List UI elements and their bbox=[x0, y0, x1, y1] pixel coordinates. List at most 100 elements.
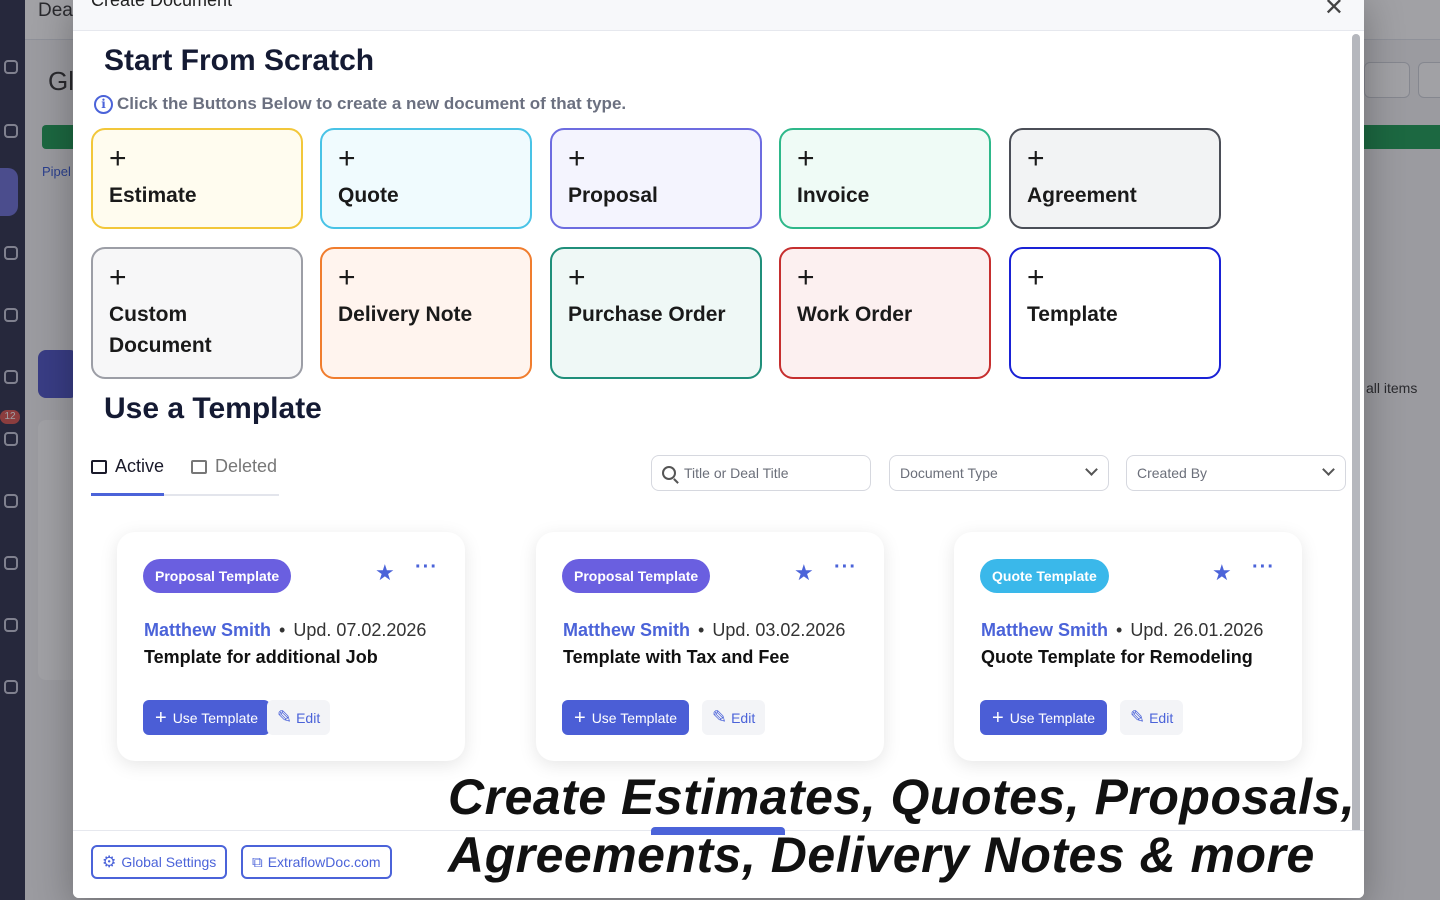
tile-label: Purchase Order bbox=[568, 303, 726, 326]
template-type-badge: Quote Template bbox=[980, 559, 1109, 593]
global-settings-label: Global Settings bbox=[121, 854, 217, 870]
plus-icon: + bbox=[797, 261, 815, 294]
separator-dot: • bbox=[698, 620, 705, 640]
edit-label: Edit bbox=[1149, 709, 1174, 726]
pencil-icon: ✎ bbox=[712, 707, 728, 727]
use-template-button[interactable]: + Use Template bbox=[562, 700, 690, 735]
template-type-badge: Proposal Template bbox=[562, 559, 711, 593]
template-author[interactable]: Matthew Smith bbox=[563, 620, 690, 640]
new-work-order-button[interactable]: + Work Order bbox=[779, 247, 991, 379]
new-proposal-button[interactable]: + Proposal bbox=[550, 128, 762, 229]
scratch-hint-text: Click the Buttons Below to create a new … bbox=[117, 94, 627, 113]
separator-dot: • bbox=[1116, 620, 1123, 640]
plus-icon: + bbox=[1027, 261, 1045, 294]
modal-scrollbar[interactable] bbox=[1352, 34, 1360, 834]
extraflowdoc-link-button[interactable]: ⧉ ExtraflowDoc.com bbox=[241, 845, 392, 879]
modal-header: Create Document ✕ bbox=[73, 0, 1364, 31]
use-template-button[interactable]: + Use Template bbox=[143, 700, 271, 735]
more-options-icon[interactable]: ··· bbox=[1252, 556, 1275, 579]
global-settings-button[interactable]: ⚙ Global Settings bbox=[91, 845, 228, 879]
tile-label: Agreement bbox=[1027, 184, 1137, 207]
plus-icon: + bbox=[574, 706, 586, 729]
new-invoice-button[interactable]: + Invoice bbox=[779, 128, 991, 229]
template-meta: Matthew Smith • Upd. 07.02.2026 bbox=[144, 620, 426, 641]
created-by-select[interactable]: Created By bbox=[1126, 455, 1346, 491]
template-type-badge: Proposal Template bbox=[143, 559, 292, 593]
tile-label: Delivery Note bbox=[338, 303, 473, 326]
tile-label: Proposal bbox=[568, 184, 658, 207]
edit-label: Edit bbox=[731, 709, 756, 726]
new-delivery-note-button[interactable]: + Delivery Note bbox=[320, 247, 532, 379]
tab-label: Active bbox=[114, 456, 164, 476]
document-type-select[interactable]: Document Type bbox=[889, 455, 1109, 491]
template-tabs: Active Deleted bbox=[91, 456, 279, 496]
new-quote-button[interactable]: + Quote bbox=[320, 128, 532, 229]
template-card: Proposal Template ★ ··· Matthew Smith • Up… bbox=[536, 532, 884, 761]
start-from-scratch-heading: Start From Scratch bbox=[104, 44, 375, 77]
template-author[interactable]: Matthew Smith bbox=[144, 620, 271, 640]
site-link-label: ExtraflowDoc.com bbox=[267, 854, 381, 870]
use-a-template-heading: Use a Template bbox=[104, 392, 322, 425]
plus-icon: + bbox=[568, 261, 586, 294]
create-document-modal: Create Document ✕ Start From Scratch i C… bbox=[73, 0, 1364, 898]
edit-template-button[interactable]: ✎ Edit bbox=[267, 700, 331, 735]
document-type-label: Document Type bbox=[900, 465, 998, 481]
search-placeholder: Title or Deal Title bbox=[684, 465, 789, 481]
search-input[interactable]: Title or Deal Title bbox=[651, 455, 871, 491]
plus-icon: + bbox=[992, 706, 1004, 729]
plus-icon: + bbox=[338, 261, 356, 294]
promo-line-1: Create Estimates, Quotes, Proposals, bbox=[448, 769, 1356, 825]
plus-icon: + bbox=[109, 142, 127, 175]
scratch-hint: i Click the Buttons Below to create a ne… bbox=[94, 94, 626, 114]
promo-caption: Create Estimates, Quotes, Proposals, Agr… bbox=[448, 768, 1438, 884]
template-updated: Upd. 03.02.2026 bbox=[712, 620, 846, 640]
monitor-check-icon bbox=[91, 460, 107, 474]
pencil-icon: ✎ bbox=[277, 707, 293, 727]
gear-icon: ⚙ bbox=[102, 854, 117, 871]
tile-label: Invoice bbox=[797, 184, 870, 207]
plus-icon: + bbox=[1027, 142, 1045, 175]
template-author[interactable]: Matthew Smith bbox=[981, 620, 1108, 640]
pencil-icon: ✎ bbox=[1130, 707, 1146, 727]
use-template-label: Use Template bbox=[1009, 709, 1096, 726]
close-icon[interactable]: ✕ bbox=[1324, 0, 1344, 20]
more-options-icon[interactable]: ··· bbox=[415, 556, 438, 579]
edit-template-button[interactable]: ✎ Edit bbox=[702, 700, 766, 735]
template-updated: Upd. 26.01.2026 bbox=[1130, 620, 1264, 640]
template-card: Quote Template ★ ··· Matthew Smith • Upd. … bbox=[954, 532, 1302, 761]
external-link-icon: ⧉ bbox=[252, 853, 263, 871]
new-template-button[interactable]: + Template bbox=[1009, 247, 1221, 379]
more-options-icon[interactable]: ··· bbox=[834, 556, 857, 579]
star-icon[interactable]: ★ bbox=[794, 560, 814, 586]
tile-label: Work Order bbox=[797, 303, 913, 326]
tile-label: Estimate bbox=[109, 184, 197, 207]
chevron-down-icon bbox=[1322, 463, 1335, 476]
star-icon[interactable]: ★ bbox=[1212, 560, 1232, 586]
template-title: Template for additional Job bbox=[144, 647, 378, 667]
info-icon: i bbox=[94, 94, 113, 114]
star-icon[interactable]: ★ bbox=[375, 560, 395, 586]
tile-label: Custom Document bbox=[109, 303, 212, 357]
plus-icon: + bbox=[797, 142, 815, 175]
new-custom-document-button[interactable]: + Custom Document bbox=[91, 247, 303, 379]
tab-deleted[interactable]: Deleted bbox=[191, 456, 277, 496]
chevron-down-icon bbox=[1085, 463, 1098, 476]
template-meta: Matthew Smith • Upd. 03.02.2026 bbox=[563, 620, 845, 641]
use-template-button[interactable]: + Use Template bbox=[980, 700, 1108, 735]
use-template-label: Use Template bbox=[172, 709, 259, 726]
tab-active[interactable]: Active bbox=[91, 456, 164, 496]
plus-icon: + bbox=[338, 142, 356, 175]
new-estimate-button[interactable]: + Estimate bbox=[91, 128, 303, 229]
template-card: Proposal Template ★ ··· Matthew Smith • Up… bbox=[117, 532, 465, 761]
search-icon bbox=[662, 466, 676, 480]
plus-icon: + bbox=[109, 261, 127, 294]
monitor-x-icon bbox=[191, 460, 207, 474]
new-agreement-button[interactable]: + Agreement bbox=[1009, 128, 1221, 229]
template-title: Quote Template for Remodeling bbox=[981, 647, 1253, 667]
edit-label: Edit bbox=[296, 709, 321, 726]
new-purchase-order-button[interactable]: + Purchase Order bbox=[550, 247, 762, 379]
tile-label: Quote bbox=[338, 184, 399, 207]
plus-icon: + bbox=[155, 706, 167, 729]
edit-template-button[interactable]: ✎ Edit bbox=[1120, 700, 1184, 735]
template-title: Template with Tax and Fee bbox=[563, 647, 790, 667]
